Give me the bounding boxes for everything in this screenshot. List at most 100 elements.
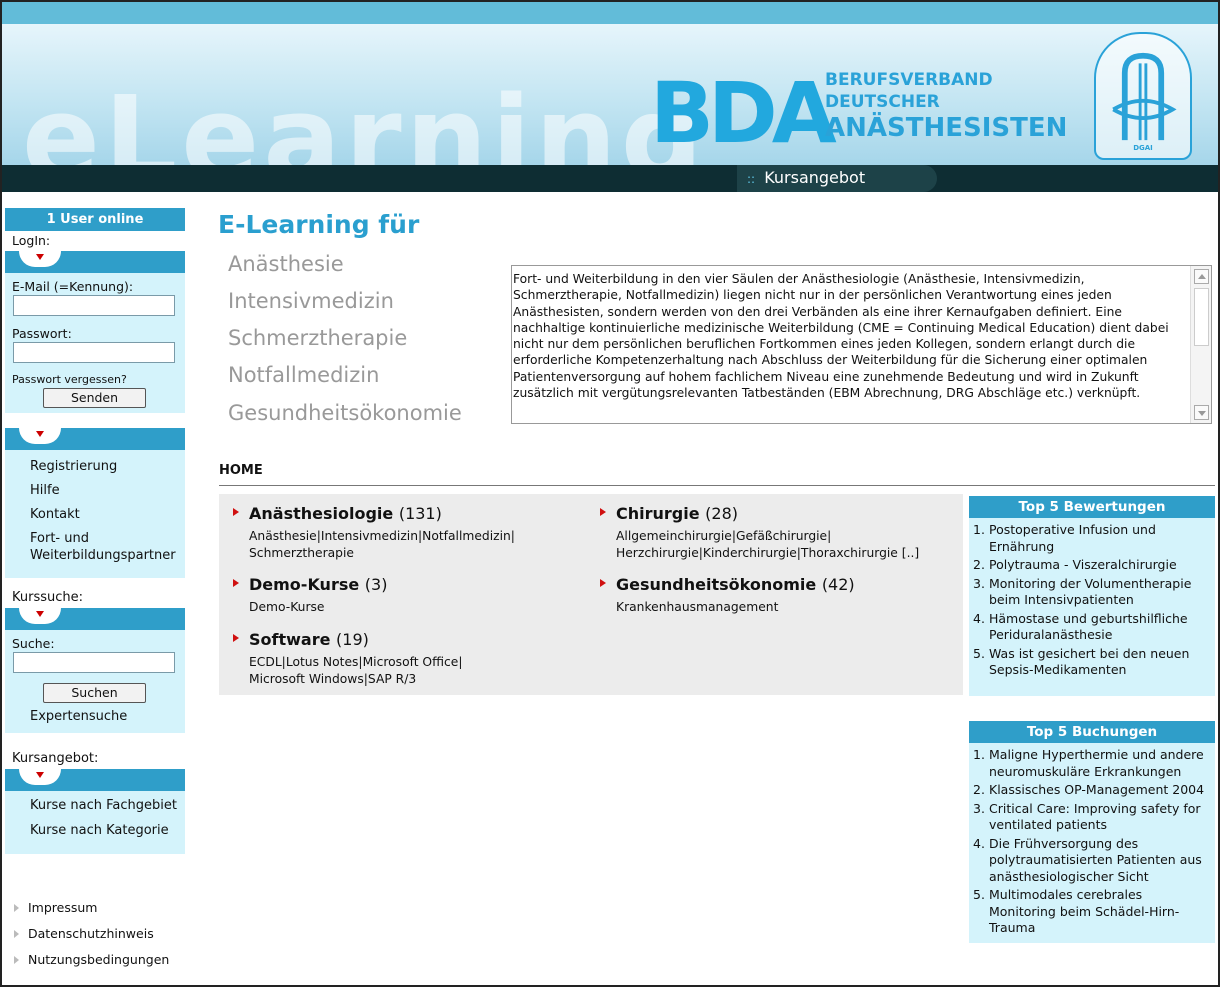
footer-link-label[interactable]: Nutzungsbedingungen [28,952,169,967]
bullet-arrow-icon [14,956,19,964]
login-label: LogIn: [12,233,51,248]
category-subtopics[interactable]: Anästhesie|Intensivmedizin|Notfallmedizi… [249,528,515,562]
banner-background-graphic: eLearning [22,72,708,165]
list-item[interactable]: 5. Was ist gesichert bei den neuen Sepsis… [973,646,1209,679]
links-collapse-tab[interactable] [5,428,185,450]
category-link[interactable]: Demo-Kurse [249,575,359,594]
link-kontakt[interactable]: Kontakt [5,506,185,523]
list-item[interactable]: 5. Multimodales cerebrales Monitoring bei… [973,887,1209,937]
email-field[interactable] [13,295,175,316]
top-bar [2,2,1218,24]
bullet-arrow-icon [233,579,239,587]
bda-logo-mark: BDA [650,64,837,162]
divider [219,485,1215,486]
category-chirurgie: Chirurgie (28) Allgemeinchirurgie|Gefäßc… [600,504,919,562]
list-item[interactable]: 3. Critical Care: Improving safety for ve… [973,801,1209,834]
intro-text-area[interactable]: Fort- und Weiterbildung in den vier Säul… [511,265,1212,424]
category-subtopics[interactable]: Demo-Kurse [249,599,387,616]
forgot-password-link[interactable]: Passwort vergessen? [5,371,185,388]
dgai-seal-logo: DGAI [1094,32,1192,160]
collapse-arrow-icon[interactable] [19,428,61,444]
subject-intensivmedizin: Intensivmedizin [228,289,394,313]
seal-abbreviation: DGAI [1133,144,1153,152]
breadcrumb-current: Kursangebot [764,168,866,187]
list-item-label[interactable]: Polytrauma - Viszeralchirurgie [989,557,1177,572]
top-ratings-box: Top 5 Bewertungen 1. Postoperative Infusi… [969,496,1215,696]
login-collapse-tab[interactable] [5,251,185,273]
category-count: (28) [705,504,738,523]
section-home-label: HOME [219,463,263,478]
breadcrumb-marker: :: [747,172,756,186]
top-bookings-box: Top 5 Buchungen 1. Maligne Hyperthermie u… [969,721,1215,943]
list-item-label[interactable]: Critical Care: Improving safety for vent… [989,801,1201,833]
offer-collapse-tab[interactable] [5,769,185,791]
list-item-label[interactable]: Hämostase und geburtshilfliche Peridural… [989,611,1188,643]
scroll-up-icon[interactable] [1194,269,1209,284]
password-field[interactable] [13,342,175,363]
send-button[interactable]: Senden [43,388,146,408]
logo-line-2: DEUTSCHER [825,92,940,112]
category-subtopics[interactable]: ECDL|Lotus Notes|Microsoft Office| Micro… [249,654,462,688]
list-item[interactable]: 3. Monitoring der Volumentherapie beim In… [973,576,1209,609]
subject-notfallmedizin: Notfallmedizin [228,363,380,387]
link-courses-by-category[interactable]: Kurse nach Kategorie [5,822,185,839]
breadcrumb: :: Kursangebot [747,168,865,187]
category-link[interactable]: Chirurgie [616,504,700,523]
category-count: (19) [336,630,369,649]
list-item[interactable]: 1. Postoperative Infusion und Ernährung [973,522,1209,555]
collapse-arrow-icon[interactable] [19,251,61,267]
footer-link-privacy[interactable]: Datenschutzhinweis [14,926,154,941]
bullet-arrow-icon [600,579,606,587]
list-item[interactable]: 4. Hämostase und geburtshilfliche Peridur… [973,611,1209,644]
collapse-arrow-icon[interactable] [19,608,61,624]
list-item-label[interactable]: Die Frühversorgung des polytraumatisiert… [989,836,1202,884]
list-item-label[interactable]: Monitoring der Volumentherapie beim Inte… [989,576,1191,608]
list-item[interactable]: 2. Klassisches OP-Management 2004 [973,782,1209,799]
search-input[interactable] [13,652,175,673]
login-box: 1 User online LogIn: E-Mail (=Kennung): … [5,208,185,413]
list-item-label[interactable]: Multimodales cerebrales Monitoring beim … [989,887,1179,935]
search-label: Suche: [12,636,55,651]
email-label: E-Mail (=Kennung): [12,279,134,294]
search-collapse-tab[interactable] [5,608,185,630]
list-item-label[interactable]: Maligne Hyperthermie und andere neuromus… [989,747,1204,779]
subject-gesundheitsoekonomie: Gesundheitsökonomie [228,401,462,425]
category-link[interactable]: Software [249,630,330,649]
subject-schmerztherapie: Schmerztherapie [228,326,408,350]
list-item[interactable]: 4. Die Frühversorgung des polytraumatisie… [973,836,1209,886]
top-bookings-title: Top 5 Buchungen [969,721,1215,743]
category-link[interactable]: Anästhesiologie [249,504,393,523]
category-demo-kurse: Demo-Kurse (3) Demo-Kurse [233,575,387,616]
bullet-arrow-icon [233,508,239,516]
intro-scrollbar[interactable] [1190,266,1211,423]
category-subtopics[interactable]: Allgemeinchirurgie|Gefäßchirurgie| Herzc… [616,528,919,562]
footer-link-label[interactable]: Datenschutzhinweis [28,926,154,941]
list-item[interactable]: 2. Polytrauma - Viszeralchirurgie [973,557,1209,574]
search-box: Suche: Suchen Expertensuche [5,608,185,733]
list-item-label[interactable]: Was ist gesichert bei den neuen Sepsis-M… [989,646,1189,678]
list-item-label[interactable]: Postoperative Infusion und Ernährung [989,522,1156,554]
category-subtopics[interactable]: Krankenhausmanagement [616,599,855,616]
expert-search-link[interactable]: Expertensuche [5,708,185,725]
scroll-down-icon[interactable] [1194,405,1209,420]
link-courses-by-field[interactable]: Kurse nach Fachgebiet [5,797,185,814]
subject-anaesthesie: Anästhesie [228,252,344,276]
logo-line-1: BERUFSVERBAND [825,70,993,90]
footer-link-label[interactable]: Impressum [28,900,97,915]
search-button[interactable]: Suchen [43,683,146,703]
link-hilfe[interactable]: Hilfe [5,482,185,499]
collapse-arrow-icon[interactable] [19,769,61,785]
list-item[interactable]: 1. Maligne Hyperthermie und andere neurom… [973,747,1209,780]
category-count: (3) [364,575,388,594]
category-link[interactable]: Gesundheitsökonomie [616,575,816,594]
footer-link-impressum[interactable]: Impressum [14,900,97,915]
footer-link-terms[interactable]: Nutzungsbedingungen [14,952,169,967]
link-registrierung[interactable]: Registrierung [5,458,185,475]
category-panel: Anästhesiologie (131) Anästhesie|Intensi… [219,494,963,695]
offer-box: Kurse nach Fachgebiet Kurse nach Kategor… [5,769,185,854]
link-weiterbildungspartner[interactable]: Fort- und Weiterbildungspartner [5,530,176,564]
list-item-label[interactable]: Klassisches OP-Management 2004 [989,782,1204,797]
category-count: (42) [821,575,855,594]
scroll-thumb[interactable] [1194,288,1209,346]
header-banner: eLearning BDA BERUFSVERBAND DEUTSCHER AN… [2,24,1218,165]
